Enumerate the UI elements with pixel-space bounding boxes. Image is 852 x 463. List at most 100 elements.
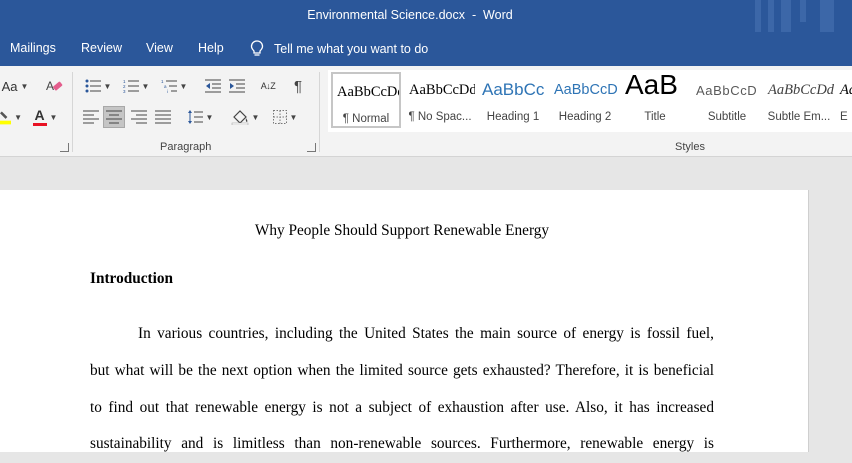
style-sample: AaBbCcD (554, 82, 618, 98)
shading-button[interactable]: ▼ (228, 106, 262, 128)
style-name: Subtle Em... (767, 111, 831, 123)
title-decoration (820, 0, 834, 32)
chevron-down-icon: ▼ (179, 81, 188, 91)
style-name: Heading 2 (558, 111, 612, 123)
sort-button[interactable]: A↓Z (256, 75, 280, 97)
style-name: ¶ No Spac... (408, 111, 472, 123)
numbering-button[interactable]: 1 2 3 ▼ (120, 75, 152, 97)
menu-bar: Mailings Review View Help Tell me what y… (0, 32, 852, 66)
style-sample: AaBbCcDd (409, 82, 475, 98)
lightbulb-icon (250, 40, 264, 56)
tab-view[interactable]: View (146, 41, 173, 55)
font-dialog-launcher[interactable] (60, 143, 69, 152)
tab-help[interactable]: Help (198, 41, 224, 55)
style-title[interactable]: AaB Title (620, 72, 690, 128)
paragraph-dialog-launcher[interactable] (307, 143, 316, 152)
numbering-icon: 1 2 3 (123, 79, 139, 93)
eraser-icon: A (46, 79, 63, 93)
decrease-indent-icon (205, 79, 221, 93)
highlight-button[interactable]: ▼ (0, 106, 22, 128)
chevron-down-icon: ▼ (14, 112, 22, 122)
styles-gallery: AaBbCcDd ¶ Normal AaBbCcDd ¶ No Spac... … (328, 70, 852, 132)
align-left-icon (83, 110, 99, 124)
chevron-down-icon: ▼ (103, 81, 112, 91)
svg-text:A: A (46, 79, 54, 93)
show-marks-icon: ¶ (293, 77, 303, 95)
document-margin-area (809, 190, 852, 452)
change-case-label: Aa (1, 78, 18, 94)
style-name: Title (644, 111, 666, 123)
tab-review[interactable]: Review (81, 41, 122, 55)
style-subtitle[interactable]: AaBbCcD Subtitle (692, 72, 762, 128)
chevron-down-icon: ▼ (251, 112, 260, 122)
paragraph-group-label: Paragraph (160, 141, 212, 153)
style-sample: AaB (625, 72, 678, 100)
chevron-down-icon: ▼ (141, 81, 150, 91)
tab-mailings[interactable]: Mailings (10, 41, 56, 55)
window-title: Environmental Science.docx - Word (307, 8, 513, 22)
line-spacing-button[interactable]: ▼ (184, 106, 216, 128)
align-center-button[interactable] (103, 106, 125, 128)
align-right-icon (131, 110, 147, 124)
section-heading: Introduction (90, 270, 174, 287)
bullets-icon (85, 79, 101, 93)
font-color-button[interactable]: A ▼ (28, 106, 62, 128)
paragraph-line: In various countries, including the Unit… (138, 325, 714, 342)
tell-me-text: Tell me what you want to do (274, 42, 429, 56)
style-emphasis[interactable]: AaBbCcDd E (836, 72, 852, 128)
highlighter-icon (0, 111, 12, 125)
align-left-button[interactable] (80, 106, 102, 128)
body-paragraph: In various countries, including the Unit… (90, 316, 714, 463)
styles-group-label: Styles (675, 141, 705, 153)
title-bar: Environmental Science.docx - Word (0, 0, 852, 32)
borders-icon (272, 110, 287, 124)
clear-formatting-button[interactable]: A (42, 75, 66, 97)
style-normal[interactable]: AaBbCcDd ¶ Normal (331, 72, 401, 128)
style-sample: AaBbCcD (696, 83, 758, 98)
document-title: Why People Should Support Renewable Ener… (254, 222, 550, 239)
multilevel-list-icon: 1 a i (161, 79, 177, 93)
show-marks-button[interactable]: ¶ (286, 75, 310, 97)
style-no-spacing[interactable]: AaBbCcDd ¶ No Spac... (405, 72, 475, 128)
style-sample: AaBbCcDd (768, 82, 834, 98)
style-subtle-emphasis[interactable]: AaBbCcDd Subtle Em... (764, 72, 834, 128)
svg-text:i: i (167, 89, 168, 93)
bullets-button[interactable]: ▼ (82, 75, 114, 97)
align-center-icon (106, 110, 122, 124)
paragraph-line: to find out that renewable energy is not… (90, 398, 714, 416)
style-name: Heading 1 (486, 111, 540, 123)
font-color-icon: A (32, 107, 47, 126)
style-heading-1[interactable]: AaBbCc Heading 1 (478, 72, 548, 128)
style-sample: AaBbCcDd (337, 84, 401, 100)
chevron-down-icon: ▼ (205, 112, 214, 122)
paragraph-line: but what will be the next option when th… (90, 361, 714, 379)
ribbon: Aa ▼ A ▼ A ▼ ▼ 1 2 3 ▼ 1 a i ▼ A↓Z ¶ ▼ ▼… (0, 66, 852, 157)
shading-icon (231, 110, 248, 125)
borders-button[interactable]: ▼ (268, 106, 302, 128)
style-sample: AaBbCc (482, 80, 545, 99)
style-heading-2[interactable]: AaBbCcD Heading 2 (550, 72, 620, 128)
svg-text:3: 3 (123, 89, 126, 93)
tell-me-box[interactable]: Tell me what you want to do (250, 39, 428, 59)
increase-indent-button[interactable] (226, 75, 248, 97)
sort-icon: A↓Z (260, 80, 276, 91)
paragraph-line: sustainability and is limitless than non… (90, 435, 714, 453)
line-spacing-icon (187, 110, 203, 124)
chevron-down-icon: ▼ (49, 112, 58, 122)
chevron-down-icon: ▼ (20, 81, 29, 91)
justify-icon (155, 110, 171, 124)
group-separator (72, 72, 73, 152)
style-name: ¶ Normal (342, 113, 390, 125)
multilevel-list-button[interactable]: 1 a i ▼ (158, 75, 190, 97)
change-case-button[interactable]: Aa ▼ (0, 75, 30, 97)
document-page[interactable]: Why People Should Support Renewable Ener… (0, 190, 808, 452)
justify-button[interactable] (152, 106, 174, 128)
document-background (0, 157, 852, 189)
style-name: E (840, 111, 848, 123)
chevron-down-icon: ▼ (289, 112, 298, 122)
increase-indent-icon (229, 79, 245, 93)
group-separator (319, 72, 320, 152)
decrease-indent-button[interactable] (202, 75, 224, 97)
style-name: Subtitle (707, 111, 747, 123)
align-right-button[interactable] (128, 106, 150, 128)
